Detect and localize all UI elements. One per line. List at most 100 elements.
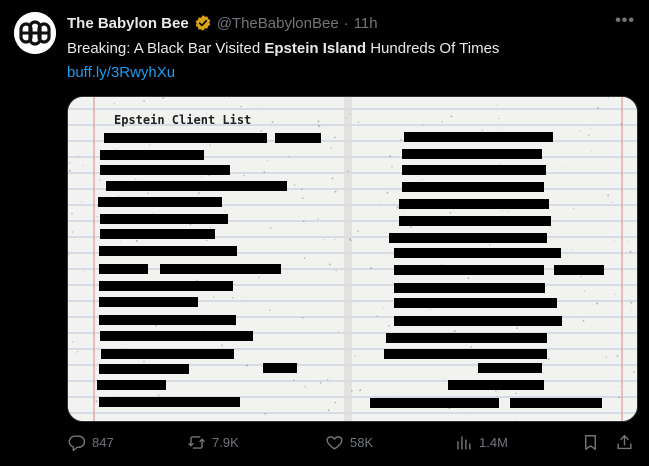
paper-speckle — [580, 275, 582, 278]
paper-speckle — [359, 389, 362, 392]
page-fold — [344, 97, 352, 421]
paper-speckle — [633, 371, 635, 373]
paper-speckle — [351, 389, 353, 392]
paper-speckle — [352, 301, 354, 303]
paper-speckle — [515, 417, 517, 419]
like-button[interactable]: 58K — [325, 428, 373, 456]
paper-speckle — [263, 171, 266, 173]
paper-speckle — [631, 310, 633, 311]
timestamp[interactable]: 11h — [354, 15, 378, 32]
paper-speckle — [627, 182, 629, 184]
paper-speckle — [209, 144, 211, 146]
paper-speckle — [338, 331, 340, 333]
redaction-bar — [97, 380, 166, 390]
more-icon[interactable]: ••• — [615, 12, 635, 30]
tweet-media-image[interactable]: Epstein Client List — [67, 96, 638, 422]
paper-speckle — [318, 125, 320, 127]
paper-speckle — [292, 379, 295, 382]
paper-speckle — [197, 194, 199, 196]
paper-speckle — [69, 297, 71, 299]
paper-speckle — [391, 166, 393, 168]
paper-speckle — [328, 263, 331, 266]
paper-speckle — [304, 386, 306, 388]
paper-speckle — [421, 178, 423, 181]
tweet-card[interactable]: The Babylon Bee @TheBabylonBee · 11h •••… — [0, 0, 649, 466]
paper-speckle — [118, 210, 120, 212]
redaction-bar — [104, 133, 267, 143]
paper-speckle — [635, 101, 637, 102]
paper-speckle — [155, 325, 157, 327]
bookmark-button[interactable] — [581, 428, 600, 456]
paper-speckle — [610, 201, 613, 203]
paper-speckle — [77, 155, 79, 157]
paper-speckle — [71, 231, 74, 233]
paper-speckle — [347, 170, 349, 173]
paper-speckle — [481, 129, 483, 132]
paper-speckle — [441, 121, 443, 123]
paper-speckle — [135, 239, 138, 242]
redaction-bar — [100, 331, 253, 341]
paper-speckle — [288, 155, 291, 158]
paper-speckle — [618, 396, 620, 399]
share-button[interactable] — [615, 428, 634, 456]
repost-count: 7.9K — [212, 434, 239, 450]
repost-button[interactable]: 7.9K — [187, 428, 239, 456]
paper-speckle — [579, 130, 581, 132]
paper-speckle — [466, 344, 468, 346]
paper-speckle — [113, 103, 116, 105]
paper-speckle — [357, 230, 359, 232]
paper-speckle — [388, 324, 390, 327]
paper-speckle — [205, 150, 207, 152]
paper-speckle — [82, 165, 84, 167]
paper-speckle — [96, 215, 99, 218]
paper-speckle — [629, 250, 632, 253]
tweet-header: The Babylon Bee @TheBabylonBee · 11h — [67, 14, 609, 32]
paper-speckle — [496, 104, 498, 106]
paper-speckle — [327, 409, 330, 412]
redaction-bar — [386, 333, 547, 343]
views-button[interactable]: 1.4M — [454, 428, 508, 456]
redaction-bar — [394, 298, 557, 308]
redaction-bar — [99, 364, 189, 374]
heart-icon — [326, 435, 343, 450]
paper-speckle — [196, 279, 198, 281]
paper-speckle — [246, 364, 248, 367]
paper-speckle — [69, 413, 71, 415]
paper-speckle — [596, 302, 599, 305]
paper-speckle — [349, 238, 351, 241]
paper-speckle — [495, 389, 497, 392]
paper-speckle — [117, 195, 119, 197]
paper-speckle — [301, 316, 304, 319]
paper-speckle — [564, 166, 566, 168]
bookmark-icon — [585, 434, 596, 450]
redaction-bar — [384, 349, 547, 359]
paper-speckle — [559, 239, 560, 241]
avatar[interactable] — [14, 12, 56, 54]
reply-button[interactable]: 847 — [67, 428, 114, 456]
paper-speckle — [496, 395, 498, 398]
paper-speckle — [618, 386, 620, 387]
redaction-bar — [99, 246, 237, 256]
redaction-bar — [389, 233, 547, 243]
paper-speckle — [570, 249, 572, 250]
paper-speckle — [577, 182, 579, 184]
paper-speckle — [386, 191, 389, 194]
account-handle[interactable]: @TheBabylonBee — [217, 15, 339, 32]
tweet-link[interactable]: buff.ly/3RwyhXu — [67, 64, 175, 81]
paper-speckle — [613, 263, 615, 265]
paper-speckle — [397, 206, 399, 209]
paper-speckle — [232, 297, 234, 299]
paper-speckle — [317, 120, 320, 123]
paper-speckle — [400, 138, 402, 141]
paper-speckle — [334, 136, 336, 139]
account-name[interactable]: The Babylon Bee — [67, 15, 189, 32]
separator-dot: · — [343, 14, 349, 32]
redaction-bar — [478, 363, 542, 373]
paper-speckle — [319, 382, 322, 384]
redaction-bar — [98, 197, 222, 207]
paper-speckle — [200, 176, 203, 178]
redaction-bar — [101, 349, 234, 359]
paper-speckle — [607, 194, 610, 197]
paper-speckle — [422, 124, 424, 126]
paper-speckle — [119, 241, 121, 243]
